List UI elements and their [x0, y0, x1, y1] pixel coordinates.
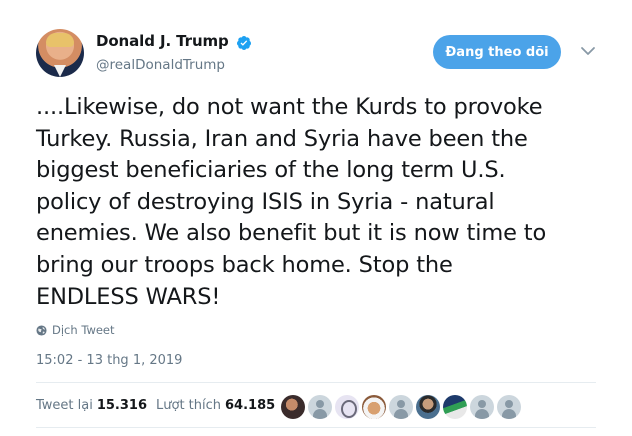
- liker-avatar[interactable]: [362, 395, 386, 419]
- avatar-collar: [54, 65, 66, 77]
- translate-tweet-link[interactable]: Dịch Tweet: [36, 323, 115, 337]
- likes-label: Lượt thích: [156, 398, 222, 413]
- liker-avatar[interactable]: [389, 395, 413, 419]
- likes-count: 64.185: [225, 398, 276, 413]
- avatar[interactable]: [36, 29, 84, 77]
- tweet-stats: Tweet lại 15.316 Lượt thích 64.185: [36, 398, 275, 413]
- liker-avatar[interactable]: [470, 395, 494, 419]
- liker-avatar[interactable]: [443, 395, 467, 419]
- chevron-down-icon[interactable]: [580, 44, 596, 58]
- tweet-timestamp[interactable]: 15:02 - 13 thg 1, 2019: [36, 353, 182, 368]
- author-handle[interactable]: @realDonaldTrump: [96, 57, 225, 73]
- liker-avatar[interactable]: [416, 395, 440, 419]
- avatar-hair: [46, 33, 74, 47]
- liker-avatar[interactable]: [308, 395, 332, 419]
- tweet-card: Donald J. Trump @realDonaldTrump Đang th…: [0, 0, 632, 436]
- likes-stat[interactable]: Lượt thích 64.185: [156, 398, 275, 413]
- verified-badge-icon: [236, 36, 251, 50]
- divider-bottom: [36, 427, 596, 428]
- liker-avatar[interactable]: [497, 395, 521, 419]
- liker-avatar[interactable]: [335, 395, 359, 419]
- author-name[interactable]: Donald J. Trump: [96, 32, 229, 50]
- translate-label: Dịch Tweet: [52, 323, 115, 337]
- globe-icon: [36, 324, 47, 336]
- following-button[interactable]: Đang theo dõi: [433, 35, 561, 69]
- liker-avatar[interactable]: [281, 395, 305, 419]
- retweets-count: 15.316: [96, 398, 148, 413]
- liker-avatars: [281, 395, 521, 419]
- divider-top: [36, 382, 596, 383]
- tweet-text: ....Likewise, do not want the Kurds to p…: [36, 94, 547, 310]
- retweets-stat[interactable]: Tweet lại 15.316: [36, 398, 147, 413]
- retweets-label: Tweet lại: [36, 398, 93, 413]
